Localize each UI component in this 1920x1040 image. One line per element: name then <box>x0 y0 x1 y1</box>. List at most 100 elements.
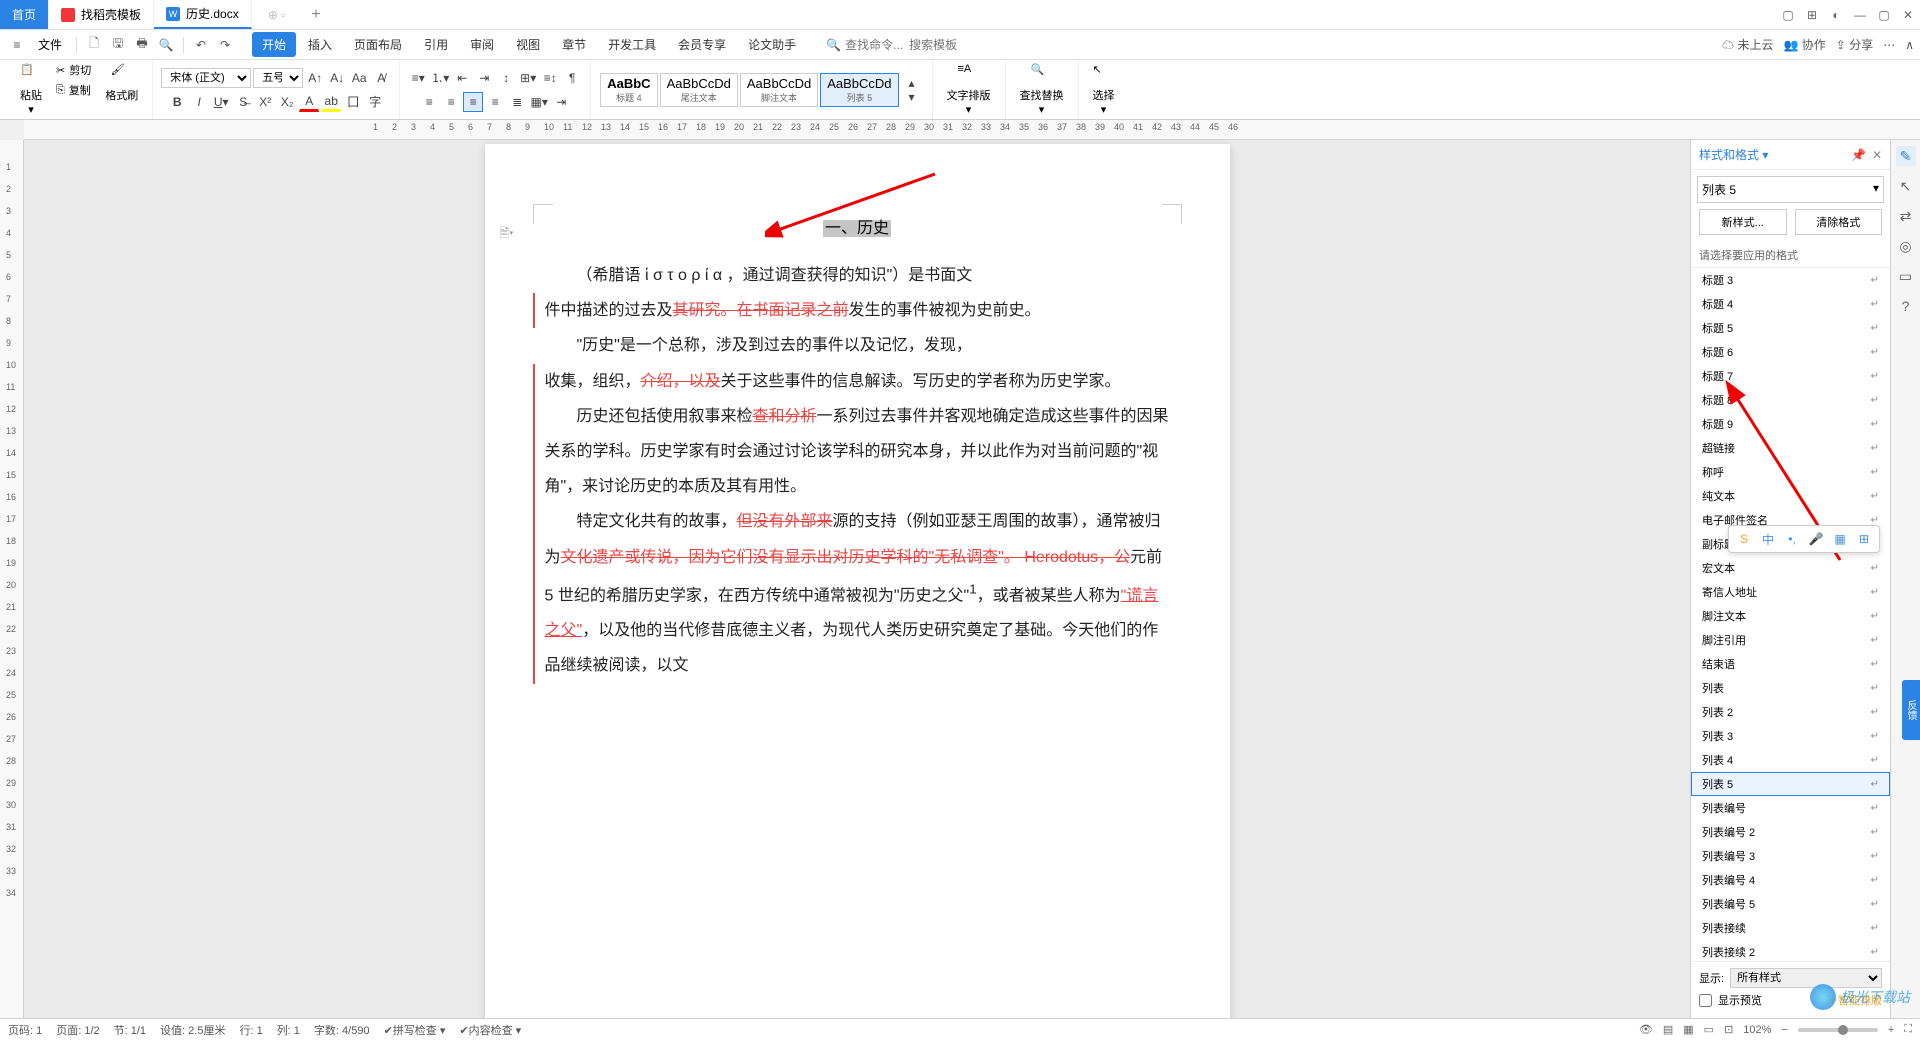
menutab-review[interactable]: 审阅 <box>460 32 504 57</box>
char-border-icon[interactable]: 囗 <box>343 92 363 112</box>
style-item[interactable]: 列表编号↵ <box>1691 796 1890 820</box>
sb-section[interactable]: 节: 1/1 <box>114 1022 146 1038</box>
ime-punct[interactable]: •, <box>1783 530 1801 548</box>
winbtn-close[interactable]: ✕ <box>1896 3 1920 27</box>
paragraph[interactable]: （希腊语 ἱ σ τ ο ρ ί α ，通过调查获得的知识"）是书面文 <box>545 258 1170 293</box>
feedback-tab[interactable]: 反馈 <box>1902 680 1920 740</box>
sb-zoom-label[interactable]: 102% <box>1743 1024 1771 1036</box>
style-item[interactable]: 列表 3↵ <box>1691 724 1890 748</box>
font-name-select[interactable]: 宋体 (正文) <box>161 68 251 88</box>
style-preview-3[interactable]: AaBbCcDd脚注文本 <box>740 73 818 107</box>
print-icon[interactable]: 🖶 <box>131 34 153 56</box>
tab-document[interactable]: W 历史.docx <box>154 0 252 29</box>
winbtn-layout-icon[interactable]: ▢ <box>1776 3 1800 27</box>
sb-chars[interactable]: 字数: 4/590 <box>314 1022 370 1038</box>
style-item[interactable]: 结束语↵ <box>1691 652 1890 676</box>
style-item[interactable]: 脚注引用↵ <box>1691 628 1890 652</box>
format-paint-button[interactable]: 🖌 格式刷 <box>99 61 144 118</box>
side-select-icon[interactable]: ↖ <box>1896 176 1916 196</box>
style-item[interactable]: 列表 4↵ <box>1691 748 1890 772</box>
cut-button[interactable]: ✂ 剪切 <box>52 61 95 79</box>
menu-more[interactable]: ⋯ <box>1883 38 1895 52</box>
grow-font-icon[interactable]: A↑ <box>305 68 325 88</box>
font-size-select[interactable]: 五号 <box>253 68 303 88</box>
paste-button[interactable]: 📋 粘贴▾ <box>14 61 48 118</box>
style-item[interactable]: 列表编号 3↵ <box>1691 844 1890 868</box>
style-item[interactable]: 标题 7↵ <box>1691 364 1890 388</box>
menutab-ref[interactable]: 引用 <box>414 32 458 57</box>
menutab-view[interactable]: 视图 <box>506 32 550 57</box>
paragraph-rev[interactable]: 历史还包括使用叙事来检查和分析一系列过去事件并客观地确定造成这些事件的因果关系的… <box>533 399 1170 505</box>
sb-view1-icon[interactable]: 👁 <box>1639 1023 1653 1036</box>
menutab-layout[interactable]: 页面布局 <box>344 32 412 57</box>
select-button[interactable]: ↖选择▾ <box>1087 61 1121 118</box>
menutab-vip[interactable]: 会员专享 <box>668 32 736 57</box>
find-button[interactable]: 🔍查找替换▾ <box>1014 61 1070 118</box>
winbtn-restore[interactable]: ▢ <box>1872 3 1896 27</box>
border-icon[interactable]: ⊞▾ <box>518 68 538 88</box>
page-note-icon[interactable]: 🗎▾ <box>500 224 516 240</box>
sb-page[interactable]: 页码: 1 <box>8 1022 42 1038</box>
subscript-icon[interactable]: X₂ <box>277 92 297 112</box>
style-item[interactable]: 列表编号 5↵ <box>1691 892 1890 916</box>
italic-icon[interactable]: I <box>189 92 209 112</box>
sb-content[interactable]: ✔内容检查 ▾ <box>459 1022 521 1038</box>
show-marks-icon[interactable]: ¶ <box>562 68 582 88</box>
bullet-list-icon[interactable]: ≡▾ <box>408 68 428 88</box>
text-layout-button[interactable]: ≡A文字排版▾ <box>941 61 997 118</box>
ruler-vertical[interactable]: 1234567891011121314151617181920212223242… <box>0 140 24 1018</box>
style-scroll-up[interactable]: ▴ <box>902 76 922 90</box>
style-preview-4[interactable]: AaBbCcDd列表 5 <box>820 73 898 107</box>
paragraph-rev[interactable]: 件中描述的过去及其研究。在书面记录之前发生的事件被视为史前史。 <box>533 293 1170 328</box>
menutab-start[interactable]: 开始 <box>252 32 296 57</box>
bold-icon[interactable]: B <box>167 92 187 112</box>
tab-home[interactable]: 首页 <box>0 0 49 29</box>
sb-pages[interactable]: 页面: 1/2 <box>56 1022 99 1038</box>
sb-view4-icon[interactable]: ▭ <box>1704 1023 1714 1036</box>
sb-view5-icon[interactable]: ⊡ <box>1724 1023 1733 1036</box>
sb-spell[interactable]: ✔拼写检查 ▾ <box>384 1022 446 1038</box>
side-help-icon[interactable]: ? <box>1896 296 1916 316</box>
align-left-icon[interactable]: ≡ <box>419 92 439 112</box>
ruler-horizontal[interactable]: 1234567891011121314151617181920212223242… <box>24 120 1920 140</box>
style-item[interactable]: 列表↵ <box>1691 676 1890 700</box>
search-cmd-input[interactable] <box>845 38 905 52</box>
style-item[interactable]: 列表编号 2↵ <box>1691 820 1890 844</box>
menutab-insert[interactable]: 插入 <box>298 32 342 57</box>
style-item[interactable]: 标题 8↵ <box>1691 388 1890 412</box>
clear-format-icon[interactable]: A̸ <box>371 68 391 88</box>
search-template-input[interactable] <box>909 38 969 52</box>
style-item[interactable]: 脚注文本↵ <box>1691 604 1890 628</box>
sb-line[interactable]: 行: 1 <box>239 1022 262 1038</box>
style-item[interactable]: 标题 6↵ <box>1691 340 1890 364</box>
style-item[interactable]: 标题 3↵ <box>1691 268 1890 292</box>
font-color-icon[interactable]: A <box>299 92 319 112</box>
style-scroll-down[interactable]: ▾ <box>902 90 922 104</box>
style-item[interactable]: 列表接续 2↵ <box>1691 940 1890 961</box>
ime-toolbar[interactable]: S 中 •, 🎤 ▦ ⊞ <box>1728 525 1880 553</box>
tab-extra[interactable]: ⊕ ▫ <box>252 0 302 29</box>
zoom-out-icon[interactable]: − <box>1781 1024 1787 1036</box>
menutab-section[interactable]: 章节 <box>552 32 596 57</box>
hamburger-icon[interactable]: ≡ <box>6 34 28 56</box>
number-list-icon[interactable]: ⒈▾ <box>430 68 450 88</box>
ime-keyboard-icon[interactable]: ▦ <box>1831 530 1849 548</box>
winbtn-user-icon[interactable]: ◐ <box>1824 3 1848 27</box>
ime-logo-icon[interactable]: S <box>1735 530 1753 548</box>
align-center-icon[interactable]: ≡ <box>441 92 461 112</box>
undo-icon[interactable]: ↶ <box>190 34 212 56</box>
style-preview-2[interactable]: AaBbCcDd尾注文本 <box>660 73 738 107</box>
align-right-icon[interactable]: ≡ <box>485 92 505 112</box>
style-item[interactable]: 列表 2↵ <box>1691 700 1890 724</box>
new-icon[interactable]: 🗋 <box>83 34 105 56</box>
style-item[interactable]: 纯文本↵ <box>1691 484 1890 508</box>
zoom-slider[interactable] <box>1798 1028 1878 1032</box>
redo-icon[interactable]: ↷ <box>214 34 236 56</box>
highlight-icon[interactable]: ab <box>321 92 341 112</box>
distribute-icon[interactable]: ≣ <box>507 92 527 112</box>
cloud-status[interactable]: ☁ 未上云 <box>1722 36 1773 53</box>
side-toggle-icon[interactable]: ⇄ <box>1896 206 1916 226</box>
align-justify-icon[interactable]: ≡ <box>463 92 483 112</box>
style-item[interactable]: 寄信人地址↵ <box>1691 580 1890 604</box>
copy-button[interactable]: ⎘ 复制 <box>52 81 95 99</box>
